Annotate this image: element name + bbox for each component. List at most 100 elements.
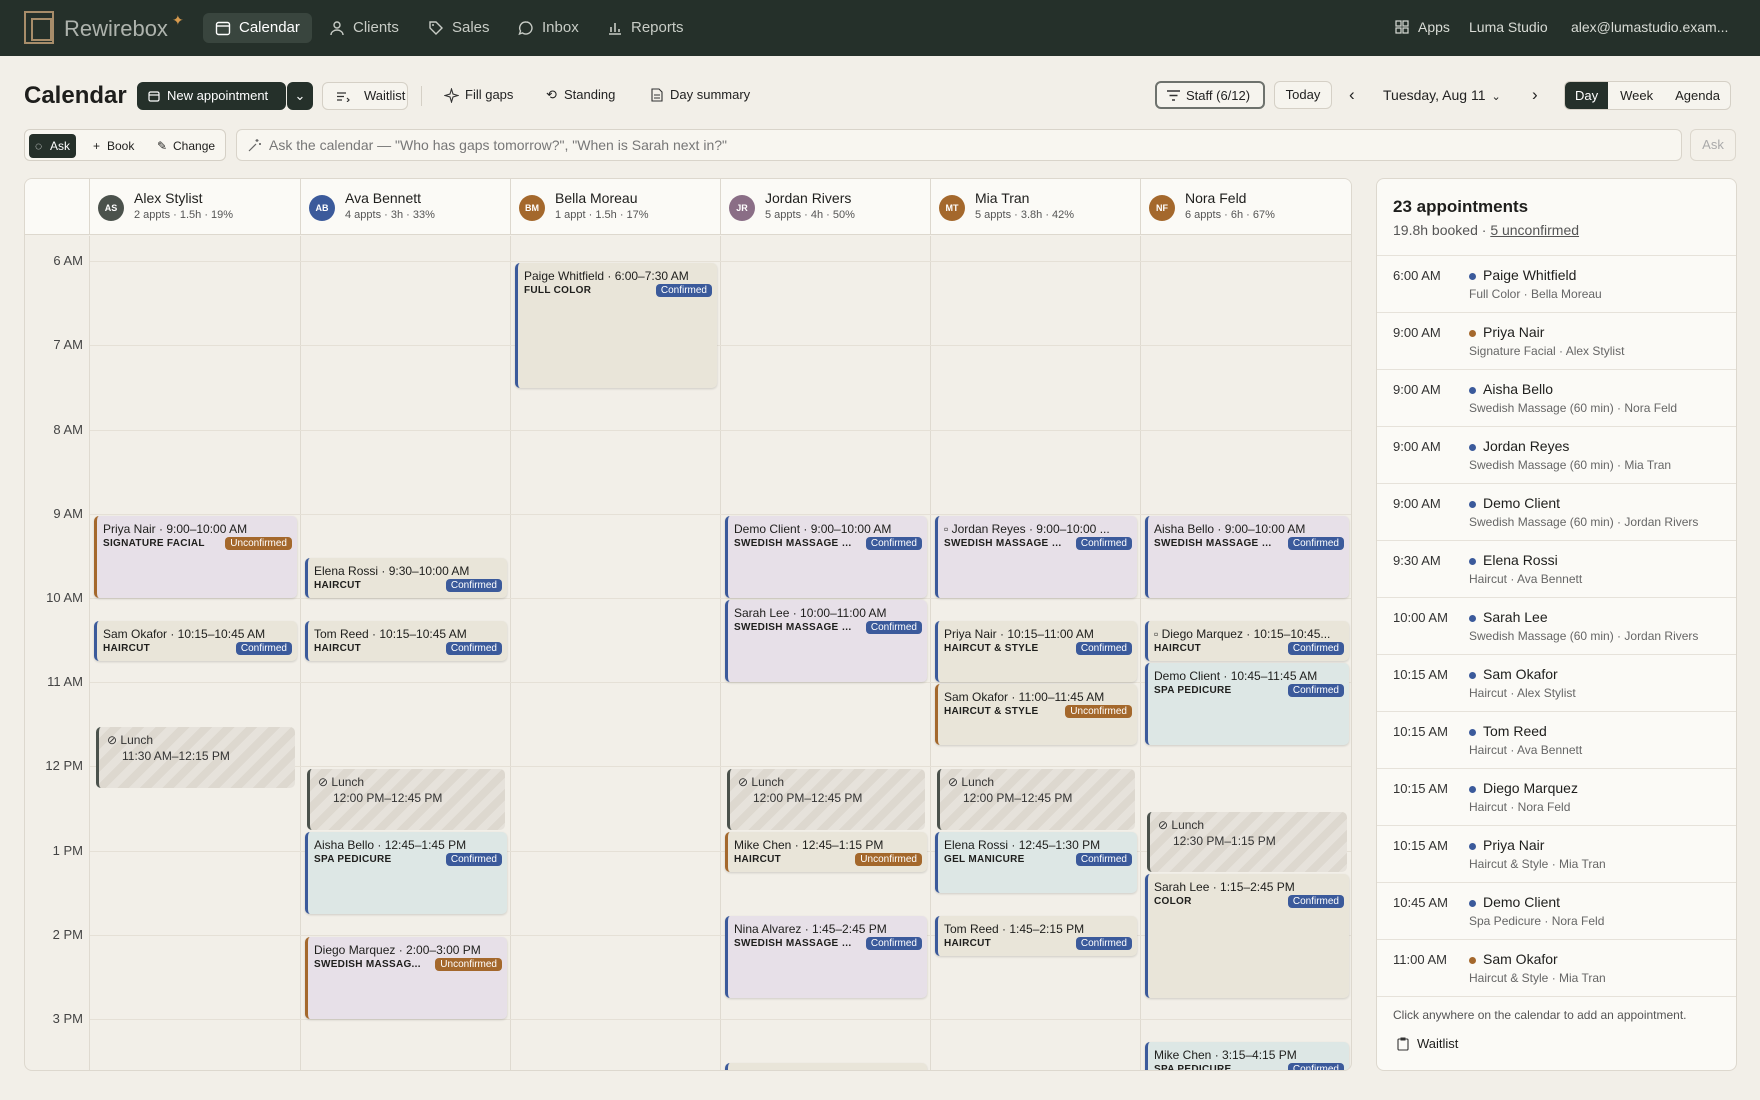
studio-name[interactable]: Luma Studio [1469,19,1548,35]
summary-row[interactable]: 10:15 AM Tom Reed Haircut · Ava Bennett [1377,711,1736,768]
ask-input[interactable]: Ask the calendar — "Who has gaps tomorro… [236,129,1682,161]
appointment-card[interactable]: Priya Nair · 10:15–11:00 AM HAIRCUT & STY… [935,621,1137,683]
appointment-card[interactable]: Sarah Lee · 10:00–11:00 AM SWEDISH MASSAG… [725,600,927,683]
apps-link[interactable]: Apps [1418,19,1450,35]
summary-client: Demo Client [1483,495,1561,511]
summary-row[interactable]: 10:45 AM Demo Client Spa Pedicure · Nora F… [1377,882,1736,939]
status-badge: Confirmed [1287,684,1344,698]
summary-row[interactable]: 10:15 AM Priya Nair Haircut & Style · Mia … [1377,825,1736,882]
chevron-right-icon: › [1532,85,1538,104]
staff-filter-button[interactable]: Staff (6/12) [1155,81,1265,109]
waitlist-button[interactable]: Waitlist [322,82,408,110]
appointment-card[interactable]: Diego Marquez · 2:00–3:00 PM SWEDISH MASS… [305,936,507,1020]
summary-row[interactable]: 9:00 AM Priya Nair Signature Facial · Alex… [1377,312,1736,369]
appointment-card[interactable]: Sam Okafor · 11:00–11:45 AM HAIRCUT & STY… [935,684,1137,746]
standing-button[interactable]: ⟲ Standing [546,81,615,109]
status-badge: Confirmed [1075,852,1132,866]
appointment-card[interactable]: Tom Reed · 10:15–10:45 AM HAIRCUT Confirme… [305,621,507,662]
waitlist-link[interactable]: Waitlist [1397,1036,1458,1051]
next-day-button[interactable]: › [1532,81,1538,109]
lunch-block[interactable]: ⊘ Lunch 11:30 AM–12:15 PM [96,727,295,788]
appointment-card[interactable]: Aisha Bello · 9:00–10:00 AM SWEDISH MASSA… [1145,515,1349,599]
account-email[interactable]: alex@lumastudio.exam... [1571,19,1728,35]
appointment-card[interactable]: ▫ Maya Chen · 3:30–4:00 PMHAIRCUTConfirm… [725,1063,927,1070]
change-tab[interactable]: ✎ Change [152,134,221,158]
appointment-card[interactable]: Paige Whitfield · 6:00–7:30 AM FULL COLOR… [515,263,717,388]
lunch-block[interactable]: ⊘ Lunch 12:30 PM–1:15 PM [1147,811,1347,872]
unconfirmed-link[interactable]: 5 unconfirmed [1490,222,1579,238]
lunch-time: 12:30 PM–1:15 PM [1173,833,1276,848]
summary-row[interactable]: 9:00 AM Jordan Reyes Swedish Massage (60 m… [1377,426,1736,483]
lunch-time: 12:00 PM–12:45 PM [333,791,443,806]
new-appointment-dropdown[interactable]: ⌄ [287,82,313,110]
summary-row[interactable]: 10:15 AM Sam Okafor Haircut · Alex Stylist [1377,654,1736,711]
summary-row[interactable]: 6:00 AM Paige Whitfield Full Color · Bella… [1377,255,1736,312]
appointment-card[interactable]: Sam Okafor · 10:15–10:45 AM HAIRCUT Confir… [94,621,297,662]
summary-time: 11:00 AM [1393,952,1447,967]
today-button[interactable]: Today [1274,81,1332,109]
nav-clients[interactable]: Clients [317,13,411,43]
blocked-icon: ⊘ [1158,817,1169,832]
view-agenda-tab[interactable]: Agenda [1665,82,1730,109]
apps-grid-icon[interactable] [1395,20,1409,34]
date-picker[interactable]: Tuesday, Aug 11 ⌄ [1383,81,1501,111]
staff-column-header[interactable]: BM Bella Moreau 1 appt · 1.5h · 17% [511,179,721,235]
lunch-block[interactable]: ⊘ Lunch 12:00 PM–12:45 PM [727,769,925,830]
lunch-block[interactable]: ⊘ Lunch 12:00 PM–12:45 PM [937,769,1135,830]
summary-row[interactable]: 10:15 AM Diego Marquez Haircut · Nora Feld [1377,768,1736,825]
summary-client: Diego Marquez [1483,780,1578,796]
appointment-service: SPA PEDICURE [1154,1064,1232,1071]
ask-tab[interactable]: ◌ Ask [29,134,77,158]
summary-detail: Full Color · Bella Moreau [1469,287,1602,301]
appointment-title: Aisha Bello · 12:45–1:45 PM [314,837,467,852]
appointment-card[interactable]: Sarah Lee · 1:15–2:45 PM COLOR Confirmed [1145,873,1349,998]
appointment-card[interactable]: Elena Rossi · 12:45–1:30 PM GEL MANICURE C… [935,831,1137,893]
appointment-card[interactable]: Demo Client · 10:45–11:45 AM SPA PEDICURE… [1145,663,1349,746]
summary-client: Sarah Lee [1483,609,1548,625]
status-dot [1469,501,1476,508]
appointment-card[interactable]: Priya Nair · 9:00–10:00 AM SIGNATURE FACI… [94,515,297,599]
brand-name[interactable]: Rewirebox [64,16,168,42]
nav-calendar[interactable]: Calendar [203,13,312,43]
prev-day-button[interactable]: ‹ [1349,81,1355,109]
calendar-body[interactable]: 6 AM 7 AM 8 AM 9 AM 10 AM 11 AM 12 PM 1 PM 2 PM 3… [25,236,1351,1071]
lunch-time: 12:00 PM–12:45 PM [753,791,863,806]
staff-column-header[interactable]: AS Alex Stylist 2 appts · 1.5h · 19% [90,179,301,235]
summary-row[interactable]: 11:00 AM Sam Okafor Haircut & Style · Mia … [1377,939,1736,996]
summary-row[interactable]: 10:00 AM Sarah Lee Swedish Massage (60 min… [1377,597,1736,654]
appointment-card[interactable]: Aisha Bello · 12:45–1:45 PM SPA PEDICURE C… [305,831,507,914]
staff-column-header[interactable]: NF Nora Feld 6 appts · 6h · 67% [1141,179,1351,235]
lunch-block[interactable]: ⊘ Lunch 12:00 PM–12:45 PM [307,769,505,830]
new-appointment-button[interactable]: New appointment [137,82,286,110]
book-tab[interactable]: + Book [87,134,140,158]
view-week-tab[interactable]: Week [1608,82,1665,109]
magic-wand-icon [248,139,261,152]
day-summary-button[interactable]: Day summary [651,81,750,109]
appointment-card[interactable]: Tom Reed · 1:45–2:15 PM HAIRCUT Confirmed [935,915,1137,956]
view-day-tab[interactable]: Day [1565,82,1609,109]
appointment-card[interactable]: Mike Chen · 3:15–4:15 PM SPA PEDICURE Conf… [1145,1042,1349,1071]
summary-time: 10:45 AM [1393,895,1448,910]
brand-logo-icon[interactable] [24,11,54,44]
summary-detail: Spa Pedicure · Nora Feld [1469,914,1605,928]
summary-row[interactable]: 9:00 AM Demo Client Swedish Massage (60 mi… [1377,483,1736,540]
appointment-card[interactable]: Nina Alvarez · 1:45–2:45 PM SWEDISH MASSA… [725,915,927,998]
staff-column-header[interactable]: JR Jordan Rivers 5 appts · 4h · 50% [721,179,931,235]
summary-row[interactable]: 9:30 AM Elena Rossi Haircut · Ava Bennett [1377,540,1736,597]
ask-submit-button[interactable]: Ask [1690,129,1736,161]
staff-column-header[interactable]: MT Mia Tran 5 appts · 3.8h · 42% [931,179,1141,235]
lunch-label: ⊘ Lunch [1158,817,1205,832]
nav-sales[interactable]: Sales [416,13,502,43]
appointment-card[interactable]: ▫ Jordan Reyes · 9:00–10:00 ... SWEDISH M… [935,515,1137,599]
appointment-card[interactable]: Demo Client · 9:00–10:00 AM SWEDISH MASSA… [725,515,927,599]
summary-client: Elena Rossi [1483,552,1558,568]
appointment-card[interactable]: ▫ Diego Marquez · 10:15–10:45... HAIRCUT C… [1145,621,1349,662]
nav-inbox[interactable]: Inbox [506,13,591,43]
status-badge: Unconfirmed [435,957,502,971]
nav-reports[interactable]: Reports [595,13,696,43]
staff-column-header[interactable]: AB Ava Bennett 4 appts · 3h · 33% [301,179,511,235]
appointment-card[interactable]: Mike Chen · 12:45–1:15 PM HAIRCUT Unconfir… [725,831,927,872]
summary-row[interactable]: 9:00 AM Aisha Bello Swedish Massage (60 mi… [1377,369,1736,426]
appointment-card[interactable]: Elena Rossi · 9:30–10:00 AM HAIRCUT Confir… [305,557,507,599]
fill-gaps-button[interactable]: Fill gaps [444,81,513,109]
